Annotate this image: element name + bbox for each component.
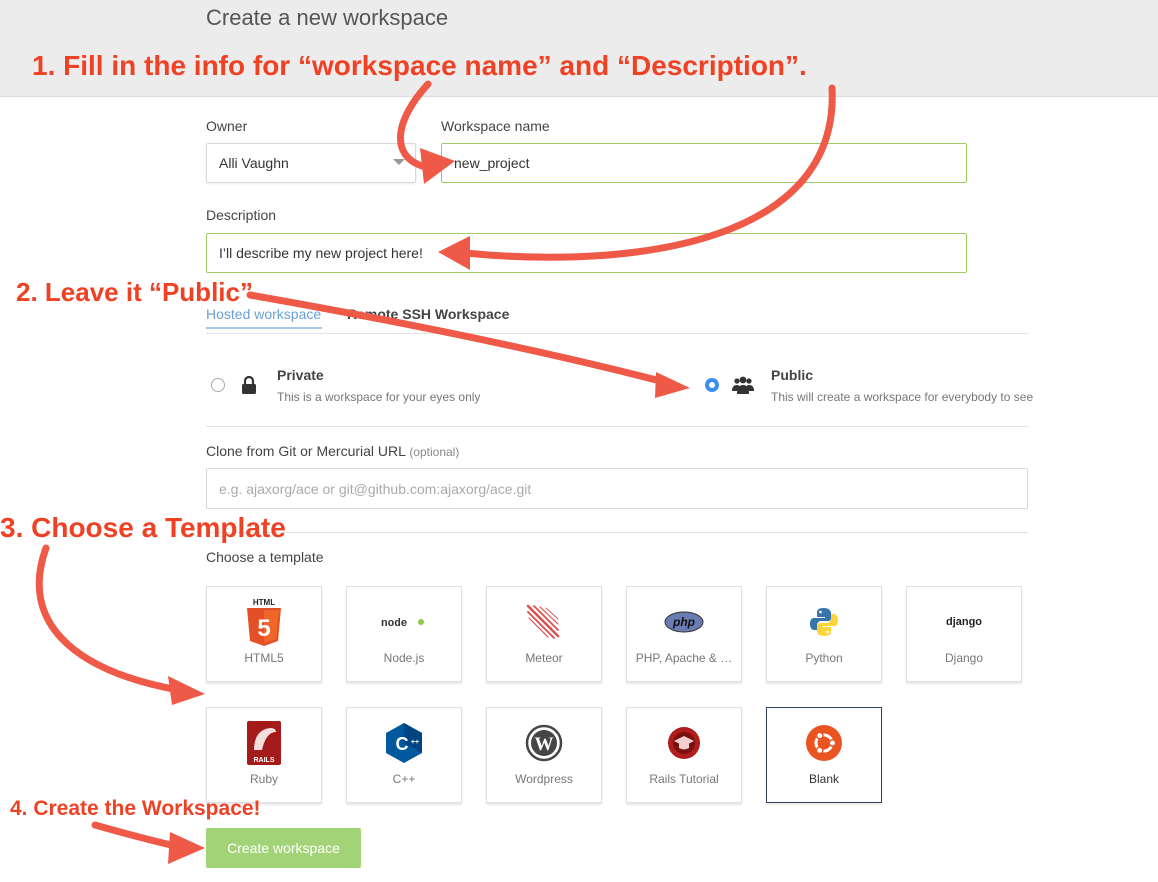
rails-icon: RAILS xyxy=(207,718,321,768)
template-label-text: Python xyxy=(805,651,843,665)
rails-logo-text: RAILS xyxy=(254,757,275,764)
template-label-text: Django xyxy=(944,651,984,665)
template-label-text: Ruby xyxy=(249,772,278,786)
template-wordpress[interactable]: W Wordpress xyxy=(486,707,602,803)
page-title: Create a new workspace xyxy=(206,5,449,30)
wordpress-logo-text: W xyxy=(535,734,554,755)
workspace-name-value: new_project xyxy=(454,155,530,171)
divider xyxy=(206,532,1028,533)
description-input[interactable]: I’ll describe my new project here! xyxy=(206,233,967,273)
template-label-text: Wordpress xyxy=(515,772,573,786)
chevron-down-icon xyxy=(393,159,405,165)
template-label-text: Meteor xyxy=(525,651,563,665)
clone-label: Clone from Git or Mercurial URL (optiona… xyxy=(206,443,459,459)
php-icon: php xyxy=(627,597,741,647)
svg-text:5: 5 xyxy=(257,615,270,642)
template-ruby[interactable]: RAILS Ruby xyxy=(206,707,322,803)
tab-remote-ssh-workspace[interactable]: Remote SSH Workspace xyxy=(347,306,509,322)
template-label-text: Rails Tutorial xyxy=(649,772,719,786)
cpp-icon: C ++ xyxy=(347,718,461,768)
template-nodejs[interactable]: node Node.js xyxy=(346,586,462,682)
meteor-icon xyxy=(487,597,601,647)
html5-logo-text: HTML xyxy=(253,598,275,607)
annotation-step-4: 4. Create the Workspace! xyxy=(10,797,261,820)
private-title: Private xyxy=(277,367,324,383)
arrowhead xyxy=(655,372,690,398)
arrowhead xyxy=(168,676,205,705)
template-label-text: Blank xyxy=(808,772,840,786)
public-description: This will create a workspace for everybo… xyxy=(771,390,1034,404)
wordpress-icon: W xyxy=(487,718,601,768)
ubuntu-icon xyxy=(767,718,881,768)
divider xyxy=(206,426,1028,427)
arrowhead xyxy=(168,832,205,864)
owner-value: Alli Vaughn xyxy=(219,155,289,171)
active-tab-indicator xyxy=(206,327,322,329)
workspace-name-label: Workspace name xyxy=(441,118,550,134)
clone-label-text: Clone from Git or Mercurial URL xyxy=(206,443,406,459)
description-value: I’ll describe my new project here! xyxy=(219,245,423,261)
template-python[interactable]: Python xyxy=(766,586,882,682)
python-icon xyxy=(767,597,881,647)
arrow-to-create-button xyxy=(91,821,179,850)
tab-hosted-workspace[interactable]: Hosted workspace xyxy=(206,306,321,322)
template-label-text: PHP, Apache & … xyxy=(635,651,733,665)
svg-text:++: ++ xyxy=(411,739,419,746)
private-description: This is a workspace for your eyes only xyxy=(277,390,481,404)
clone-url-placeholder: e.g. ajaxorg/ace or git@github.com:ajaxo… xyxy=(219,480,532,497)
arrow-to-templates xyxy=(35,544,182,694)
template-cpp[interactable]: C ++ C++ xyxy=(346,707,462,803)
nodejs-icon: node xyxy=(347,597,461,647)
php-logo-text: php xyxy=(672,615,695,629)
template-label: Choose a template xyxy=(206,549,324,565)
template-label-text: HTML5 xyxy=(244,651,284,665)
public-radio[interactable] xyxy=(705,378,719,392)
template-label-text: C++ xyxy=(392,772,416,786)
template-php[interactable]: php PHP, Apache & … xyxy=(626,586,742,682)
template-django[interactable]: django Django xyxy=(906,586,1022,682)
create-workspace-button[interactable]: Create workspace xyxy=(206,828,361,868)
template-html5[interactable]: HTML 5 HTML5 xyxy=(206,586,322,682)
cpp-logo-text: C xyxy=(396,734,409,754)
template-meteor[interactable]: Meteor xyxy=(486,586,602,682)
template-rails-tutorial[interactable]: Rails Tutorial xyxy=(626,707,742,803)
rails-tutorial-icon xyxy=(627,718,741,768)
html5-icon: HTML 5 xyxy=(207,597,321,647)
annotation-step-1: 1. Fill in the info for “workspace name”… xyxy=(32,50,807,81)
nodejs-logo-text: node xyxy=(381,618,408,630)
template-label-text: Node.js xyxy=(383,651,425,665)
annotation-step-3: 3. Choose a Template xyxy=(0,512,286,543)
owner-select[interactable]: Alli Vaughn xyxy=(206,143,416,183)
django-icon: django xyxy=(907,597,1021,647)
clone-url-input[interactable]: e.g. ajaxorg/ace or git@github.com:ajaxo… xyxy=(206,468,1028,509)
owner-label: Owner xyxy=(206,118,248,134)
clone-optional-text: (optional) xyxy=(409,445,460,459)
description-label: Description xyxy=(206,207,277,223)
divider xyxy=(206,333,1028,334)
workspace-name-input[interactable]: new_project xyxy=(441,143,967,183)
lock-icon xyxy=(240,375,258,395)
private-radio[interactable] xyxy=(211,378,225,392)
top-bar: Create a new workspace xyxy=(0,0,1158,97)
annotation-step-2: 2. Leave it “Public” xyxy=(16,277,253,307)
template-blank[interactable]: Blank xyxy=(766,707,882,803)
public-title: Public xyxy=(771,367,814,383)
users-icon xyxy=(732,375,754,395)
django-logo-text: django xyxy=(946,616,982,628)
